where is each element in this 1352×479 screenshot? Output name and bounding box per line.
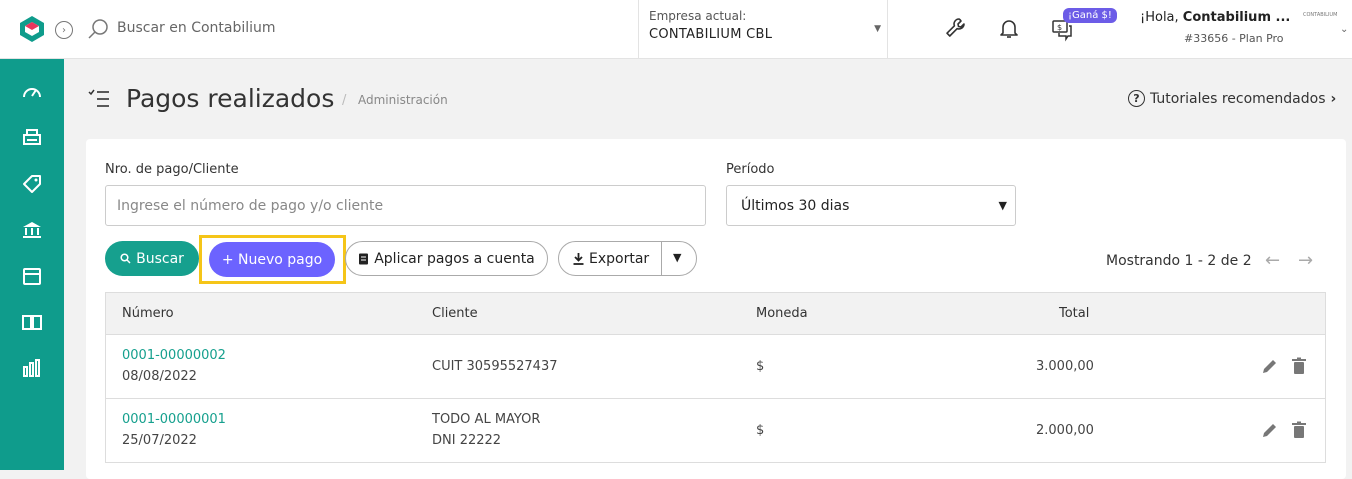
col-currency[interactable]: Moneda [756,306,808,321]
earn-badge[interactable]: ¡Ganá $! [1063,8,1117,23]
new-payment-button[interactable]: + Nuevo pago [209,242,335,277]
svg-text:$: $ [1057,23,1062,32]
tag-icon[interactable] [21,173,43,195]
payment-date: 08/08/2022 [122,369,197,384]
client-id: DNI 22222 [432,433,502,448]
period-select[interactable]: Últimos 30 dias ▼ [726,185,1016,226]
download-icon [573,252,584,265]
printer-icon[interactable] [21,127,43,149]
col-total[interactable]: Total [1059,306,1089,321]
search-button-label: Buscar [136,250,184,267]
prev-page-icon[interactable]: ← [1265,250,1280,271]
chevron-right-icon: › [1330,90,1337,107]
search-button[interactable]: Buscar [105,241,199,276]
chart-icon[interactable] [21,357,43,379]
table-row: 0001-00000001 25/07/2022 TODO AL MAYOR D… [105,399,1326,463]
contabilium-logo[interactable] [18,15,46,43]
pagination-info: Mostrando 1 - 2 de 2 [1106,253,1252,269]
breadcrumb-separator: / [342,93,347,108]
trash-icon[interactable] [1290,421,1308,439]
company-name: CONTABILIUM CBL [649,27,773,42]
company-selector[interactable]: Empresa actual: CONTABILIUM CBL ▼ [638,0,888,59]
caret-down-icon: ▼ [998,199,1007,212]
export-button[interactable]: Exportar ▼ [558,241,697,276]
company-label: Empresa actual: [649,9,747,23]
chevron-down-icon[interactable]: ⌄ [1340,24,1348,35]
tutorials-label: Tutoriales recomendados [1150,90,1326,107]
next-page-icon[interactable]: → [1298,250,1313,271]
client-name: TODO AL MAYOR [432,412,541,427]
document-icon [359,253,369,264]
search-icon[interactable] [88,18,110,40]
book-icon[interactable] [21,311,43,333]
apply-payments-label: Aplicar pagos a cuenta [374,250,535,267]
trash-icon[interactable] [1290,357,1308,375]
export-divider [661,242,662,275]
client-name: CUIT 30595527437 [432,359,558,374]
payment-number-link[interactable]: 0001-00000002 [122,348,226,363]
edit-icon[interactable] [1261,421,1279,439]
payment-number-link[interactable]: 0001-00000001 [122,412,226,427]
payment-date: 25/07/2022 [122,433,197,448]
bell-icon[interactable] [997,16,1021,40]
col-number[interactable]: Número [122,306,174,321]
tutorials-link[interactable]: ? Tutoriales recomendados › [1128,90,1336,107]
box-icon[interactable] [21,265,43,287]
user-name: Contabilium ... [1182,10,1291,25]
currency: $ [756,359,765,374]
caret-down-icon: ▼ [874,24,881,34]
global-search-input[interactable]: Buscar en Contabilium [117,20,276,36]
table-header: Número Cliente Moneda Total [105,292,1326,335]
account-plan: #33656 - Plan Pro [1184,32,1284,45]
breadcrumb[interactable]: Administración [358,93,448,107]
period-label: Período [726,162,775,177]
col-client[interactable]: Cliente [432,306,478,321]
wrench-icon[interactable] [944,16,968,40]
sidebar-toggle-icon[interactable]: › [55,21,73,39]
edit-icon[interactable] [1261,357,1279,375]
page-title: Pagos realizados [126,84,335,113]
checklist-icon [88,89,109,107]
sidebar [0,59,64,470]
help-icon: ? [1128,90,1145,107]
export-dropdown-icon[interactable]: ▼ [673,251,681,264]
greeting-prefix: ¡Hola, [1140,10,1183,25]
company-mini-logo: CONTABILIUM [1303,12,1338,18]
currency: $ [756,423,765,438]
new-payment-label: + Nuevo pago [221,251,323,268]
bank-icon[interactable] [21,219,43,241]
total: 3.000,00 [1036,359,1094,374]
period-value: Últimos 30 dias [741,198,850,214]
dashboard-icon[interactable] [21,81,43,103]
user-greeting[interactable]: ¡Hola, Contabilium ... [1140,10,1290,25]
payment-search-input[interactable]: Ingrese el número de pago y/o cliente [105,185,706,226]
search-field-label: Nro. de pago/Cliente [105,162,239,177]
top-bar: › Buscar en Contabilium Empresa actual: … [0,0,1352,59]
apply-payments-button[interactable]: Aplicar pagos a cuenta [345,241,548,276]
payments-table: Número Cliente Moneda Total 0001-0000000… [105,292,1326,463]
total: 2.000,00 [1036,423,1094,438]
search-icon [120,253,131,264]
table-row: 0001-00000002 08/08/2022 CUIT 3059552743… [105,335,1326,399]
export-label: Exportar [589,250,650,267]
